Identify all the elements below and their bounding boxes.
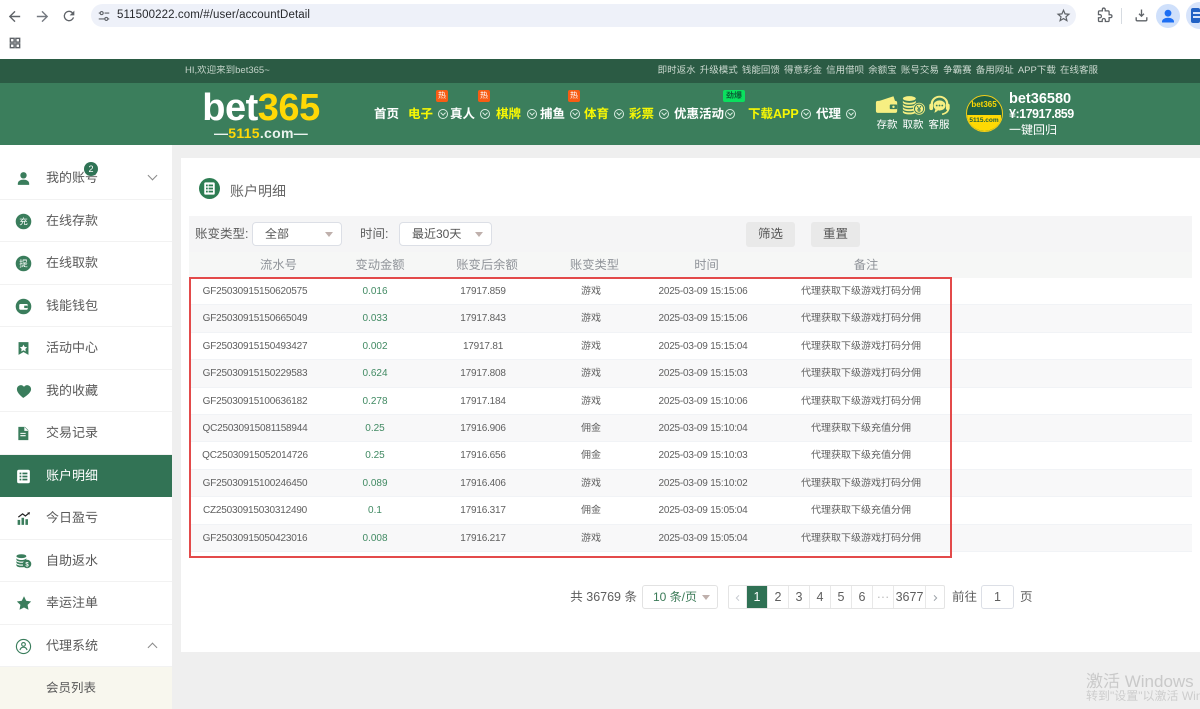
svg-text:充: 充 <box>19 215 28 227</box>
svg-text:¥: ¥ <box>916 104 921 114</box>
svg-text:提: 提 <box>19 258 28 270</box>
